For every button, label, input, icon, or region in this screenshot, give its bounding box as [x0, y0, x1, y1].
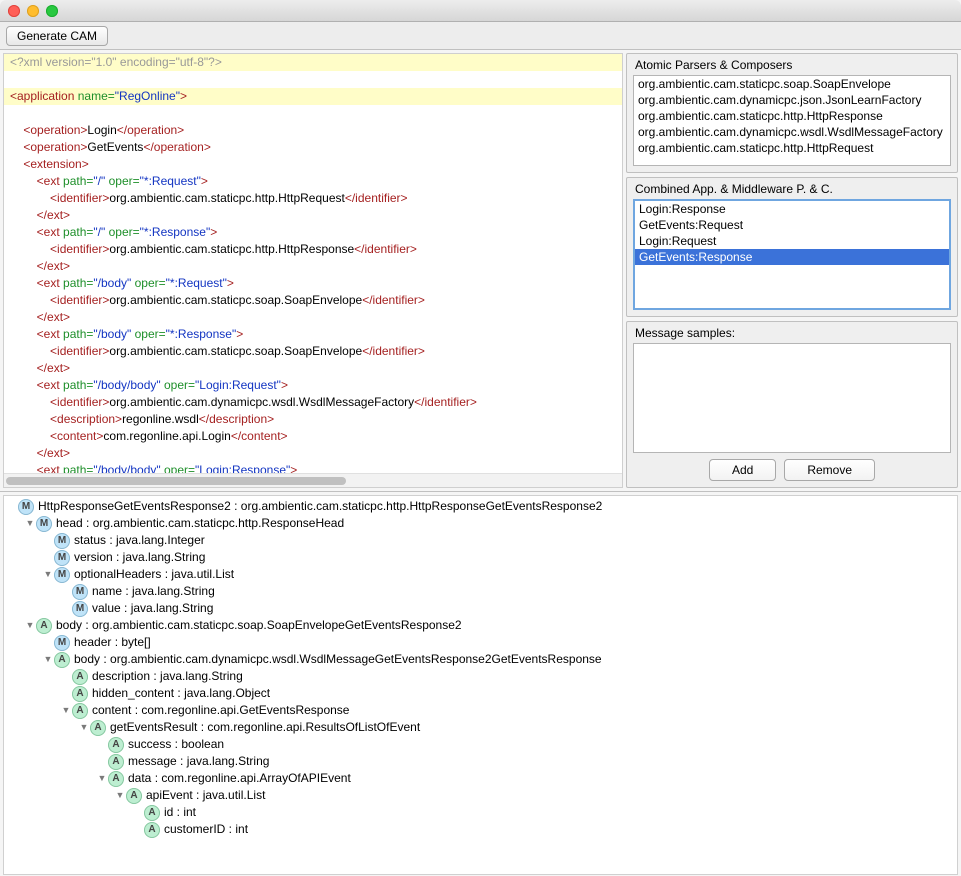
list-item[interactable]: Login:Request	[635, 233, 949, 249]
tree-node[interactable]: ▼Abody : org.ambientic.cam.staticpc.soap…	[6, 617, 955, 634]
tree-node[interactable]: ▼Adata : com.regonline.api.ArrayOfAPIEve…	[6, 770, 955, 787]
atomic-list[interactable]: org.ambientic.cam.staticpc.soap.SoapEnve…	[633, 75, 951, 166]
tree-label: optionalHeaders : java.util.List	[74, 566, 234, 583]
attribute-icon: A	[72, 669, 88, 685]
tree-node[interactable]: Ahidden_content : java.lang.Object	[6, 685, 955, 702]
tree-node[interactable]: Mheader : byte[]	[6, 634, 955, 651]
attribute-icon: A	[36, 618, 52, 634]
tree-toggle-icon[interactable]: ▼	[96, 770, 108, 787]
tree-label: id : int	[164, 804, 196, 821]
attribute-icon: A	[126, 788, 142, 804]
method-icon: M	[72, 601, 88, 617]
method-icon: M	[72, 584, 88, 600]
tree-label: success : boolean	[128, 736, 224, 753]
generate-cam-button[interactable]: Generate CAM	[6, 26, 108, 46]
list-item[interactable]: org.ambientic.cam.staticpc.http.HttpResp…	[634, 108, 950, 124]
tree-label: hidden_content : java.lang.Object	[92, 685, 270, 702]
attribute-icon: A	[144, 822, 160, 838]
list-item[interactable]: org.ambientic.cam.staticpc.http.HttpRequ…	[634, 140, 950, 156]
tree-toggle-icon[interactable]: ▼	[24, 515, 36, 532]
tree-node[interactable]: Mstatus : java.lang.Integer	[6, 532, 955, 549]
combined-title: Combined App. & Middleware P. & C.	[633, 182, 951, 199]
samples-panel: Message samples: Add Remove	[626, 321, 958, 488]
attribute-icon: A	[72, 686, 88, 702]
zoom-icon[interactable]	[46, 5, 58, 17]
attribute-icon: A	[144, 805, 160, 821]
combined-list[interactable]: Login:ResponseGetEvents:RequestLogin:Req…	[633, 199, 951, 310]
remove-button[interactable]: Remove	[784, 459, 875, 481]
tree-label: body : org.ambientic.cam.staticpc.soap.S…	[56, 617, 462, 634]
attribute-icon: A	[90, 720, 106, 736]
combined-panel: Combined App. & Middleware P. & C. Login…	[626, 177, 958, 317]
add-button[interactable]: Add	[709, 459, 776, 481]
tree-label: message : java.lang.String	[128, 753, 269, 770]
tree-label: apiEvent : java.util.List	[146, 787, 265, 804]
atomic-panel: Atomic Parsers & Composers org.ambientic…	[626, 53, 958, 173]
tree-label: status : java.lang.Integer	[74, 532, 205, 549]
tree-node[interactable]: Aid : int	[6, 804, 955, 821]
attribute-icon: A	[54, 652, 70, 668]
tree-label: body : org.ambientic.cam.dynamicpc.wsdl.…	[74, 651, 602, 668]
tree-node[interactable]: ▼AapiEvent : java.util.List	[6, 787, 955, 804]
attribute-icon: A	[72, 703, 88, 719]
tree-label: header : byte[]	[74, 634, 151, 651]
tree-node[interactable]: Mvalue : java.lang.String	[6, 600, 955, 617]
attribute-icon: A	[108, 754, 124, 770]
method-icon: M	[54, 567, 70, 583]
xml-scrollbar[interactable]	[4, 473, 622, 487]
tree-toggle-icon[interactable]: ▼	[42, 651, 54, 668]
tree-label: description : java.lang.String	[92, 668, 243, 685]
minimize-icon[interactable]	[27, 5, 39, 17]
method-icon: M	[18, 499, 34, 515]
method-icon: M	[36, 516, 52, 532]
samples-list[interactable]	[633, 343, 951, 453]
tree-label: getEventsResult : com.regonline.api.Resu…	[110, 719, 420, 736]
tree-toggle-icon[interactable]: ▼	[42, 566, 54, 583]
tree-label: content : com.regonline.api.GetEventsRes…	[92, 702, 349, 719]
tree-label: data : com.regonline.api.ArrayOfAPIEvent	[128, 770, 351, 787]
tree-node[interactable]: ▼MoptionalHeaders : java.util.List	[6, 566, 955, 583]
list-item[interactable]: org.ambientic.cam.dynamicpc.json.JsonLea…	[634, 92, 950, 108]
xml-editor[interactable]: <?xml version="1.0" encoding="utf-8"?><a…	[3, 53, 623, 488]
attribute-icon: A	[108, 737, 124, 753]
tree-node[interactable]: Amessage : java.lang.String	[6, 753, 955, 770]
tree-label: HttpResponseGetEventsResponse2 : org.amb…	[38, 498, 602, 515]
tree-toggle-icon[interactable]: ▼	[60, 702, 72, 719]
tree-node[interactable]: MHttpResponseGetEventsResponse2 : org.am…	[6, 498, 955, 515]
tree-node[interactable]: Adescription : java.lang.String	[6, 668, 955, 685]
tree-node[interactable]: ▼Abody : org.ambientic.cam.dynamicpc.wsd…	[6, 651, 955, 668]
tree-node[interactable]: Mversion : java.lang.String	[6, 549, 955, 566]
samples-title: Message samples:	[633, 326, 951, 343]
tree-toggle-icon[interactable]: ▼	[78, 719, 90, 736]
tree-node[interactable]: ▼Mhead : org.ambientic.cam.staticpc.http…	[6, 515, 955, 532]
list-item[interactable]: GetEvents:Response	[635, 249, 949, 265]
tree-toggle-icon[interactable]: ▼	[24, 617, 36, 634]
tree-label: version : java.lang.String	[74, 549, 205, 566]
tree-node[interactable]: Asuccess : boolean	[6, 736, 955, 753]
tree-label: customerID : int	[164, 821, 248, 838]
close-icon[interactable]	[8, 5, 20, 17]
list-item[interactable]: org.ambientic.cam.staticpc.soap.SoapEnve…	[634, 76, 950, 92]
list-item[interactable]: Login:Response	[635, 201, 949, 217]
method-icon: M	[54, 635, 70, 651]
tree-node[interactable]: ▼Acontent : com.regonline.api.GetEventsR…	[6, 702, 955, 719]
list-item[interactable]: org.ambientic.cam.dynamicpc.wsdl.WsdlMes…	[634, 124, 950, 140]
tree-node[interactable]: AcustomerID : int	[6, 821, 955, 838]
structure-tree[interactable]: MHttpResponseGetEventsResponse2 : org.am…	[3, 495, 958, 875]
tree-label: value : java.lang.String	[92, 600, 213, 617]
method-icon: M	[54, 533, 70, 549]
tree-node[interactable]: Mname : java.lang.String	[6, 583, 955, 600]
titlebar	[0, 0, 961, 22]
method-icon: M	[54, 550, 70, 566]
attribute-icon: A	[108, 771, 124, 787]
tree-node[interactable]: ▼AgetEventsResult : com.regonline.api.Re…	[6, 719, 955, 736]
tree-label: head : org.ambientic.cam.staticpc.http.R…	[56, 515, 344, 532]
tree-toggle-icon[interactable]: ▼	[114, 787, 126, 804]
atomic-title: Atomic Parsers & Composers	[633, 58, 951, 75]
tree-label: name : java.lang.String	[92, 583, 215, 600]
toolbar: Generate CAM	[0, 22, 961, 50]
list-item[interactable]: GetEvents:Request	[635, 217, 949, 233]
